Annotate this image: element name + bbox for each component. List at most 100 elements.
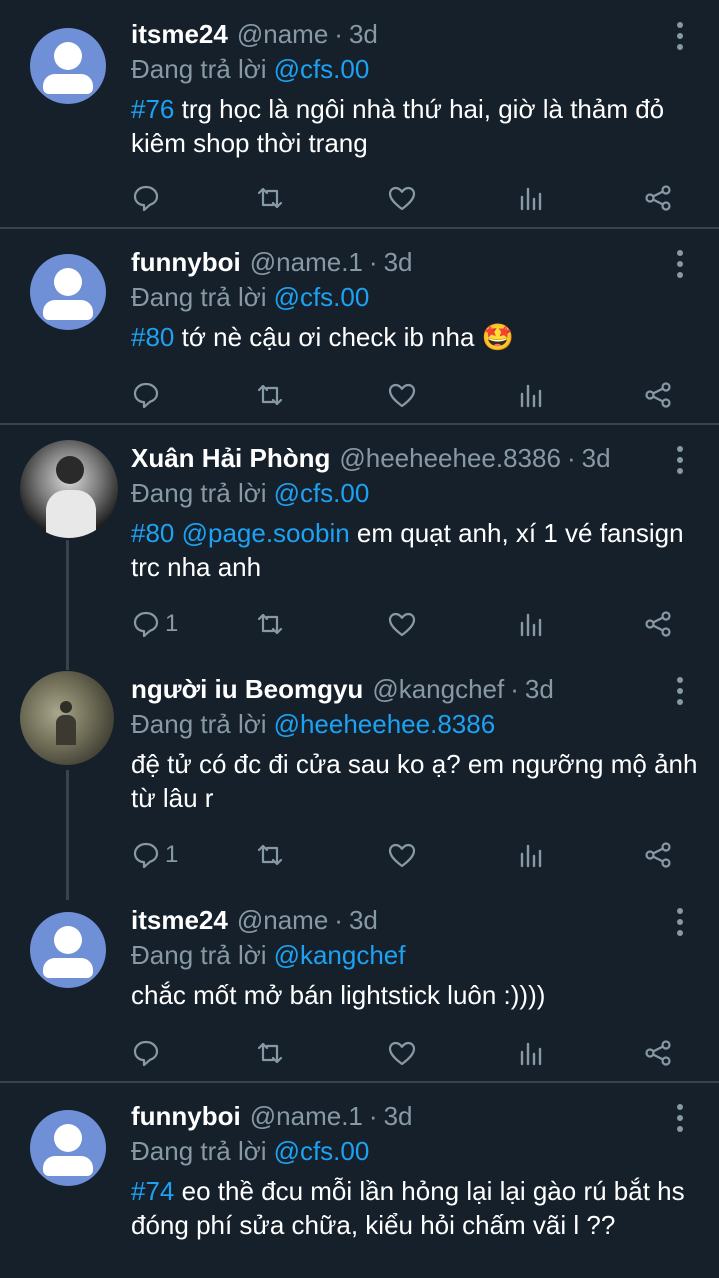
user-handle[interactable]: @kangchef (372, 674, 504, 705)
reply-prefix: Đang trả lời (131, 477, 267, 508)
like-button[interactable] (387, 606, 417, 642)
reply-button[interactable]: 1 (131, 837, 178, 873)
reply-mention[interactable]: @cfs.00 (274, 282, 370, 313)
retweet-button[interactable] (255, 180, 285, 216)
share-button[interactable] (643, 1035, 673, 1071)
timestamp[interactable]: 3d (384, 1101, 413, 1132)
divider (0, 423, 719, 425)
avatar[interactable] (30, 912, 106, 988)
reply-context: Đang trả lời @kangchef (131, 938, 405, 972)
reply-mention[interactable]: @cfs.00 (274, 1136, 370, 1167)
analytics-button[interactable] (517, 1035, 547, 1071)
tweet-text: #74 eo thề đcu mỗi lần hỏng lại lại gào … (131, 1174, 701, 1276)
reply-prefix: Đang trả lời (131, 281, 267, 312)
share-button[interactable] (643, 180, 673, 216)
analytics-button[interactable] (517, 837, 547, 873)
separator: · (566, 442, 576, 473)
analytics-button[interactable] (517, 377, 547, 413)
share-button[interactable] (643, 837, 673, 873)
user-handle[interactable]: @heeheehee.8386 (339, 443, 561, 474)
display-name[interactable]: funnyboi (131, 247, 241, 278)
retweet-button[interactable] (255, 1035, 285, 1071)
reply-button[interactable] (131, 377, 165, 413)
tweet-body: trg học là ngôi nhà thứ hai, giờ là thảm… (131, 94, 665, 158)
reply-mention[interactable]: @kangchef (274, 940, 406, 971)
hashtag[interactable]: #74 (131, 1176, 174, 1206)
tweet-text: chắc mốt mở bán lightstick luôn :)))) (131, 978, 701, 1012)
display-name[interactable]: funnyboi (131, 1101, 241, 1132)
timestamp[interactable]: 3d (582, 443, 611, 474)
like-button[interactable] (387, 377, 417, 413)
more-icon[interactable] (668, 906, 692, 938)
like-icon (388, 843, 416, 868)
timestamp[interactable]: 3d (384, 247, 413, 278)
reply-mention[interactable]: @heeheehee.8386 (274, 709, 496, 740)
timestamp[interactable]: 3d (349, 905, 378, 936)
avatar[interactable] (20, 440, 118, 538)
tweet-text: đệ tử có đc đi cửa sau ko ạ? em ngưỡng m… (131, 747, 701, 815)
reply-icon (133, 611, 159, 638)
share-icon (645, 611, 671, 637)
reply-feed: itsme24 @name · 3d Đang trả lời @cfs.00 #… (0, 0, 719, 1278)
user-handle[interactable]: @name (237, 19, 328, 50)
tweet-body: eo thề đcu mỗi lần hỏng lại lại gào rú b… (131, 1176, 685, 1240)
analytics-icon (520, 844, 542, 868)
separator: · (368, 1100, 378, 1131)
tweet-body: tớ nè cậu ơi check ib nha 🤩 (174, 322, 515, 352)
reply-button[interactable] (131, 1035, 165, 1071)
display-name[interactable]: Xuân Hải Phòng (131, 443, 330, 474)
tweet-text: #80 tớ nè cậu ơi check ib nha 🤩 (131, 320, 701, 354)
analytics-button[interactable] (517, 606, 547, 642)
reply-context: Đang trả lời @cfs.00 (131, 476, 369, 510)
avatar[interactable] (30, 1110, 106, 1186)
display-name[interactable]: người iu Beomgyu (131, 674, 363, 705)
reply-count: 1 (165, 610, 179, 637)
reply-icon (133, 185, 159, 212)
more-icon[interactable] (668, 248, 692, 280)
reply-mention[interactable]: @cfs.00 (274, 54, 370, 85)
reply-mention[interactable]: @cfs.00 (274, 478, 370, 509)
tweet-header: funnyboi @name.1 · 3d (131, 244, 412, 280)
user-handle[interactable]: @name.1 (250, 247, 363, 278)
reply-count: 1 (165, 841, 179, 868)
like-button[interactable] (387, 1035, 417, 1071)
retweet-button[interactable] (255, 837, 285, 873)
retweet-icon (257, 844, 283, 866)
timestamp[interactable]: 3d (525, 674, 554, 705)
more-icon[interactable] (668, 1102, 692, 1134)
display-name[interactable]: itsme24 (131, 905, 228, 936)
hashtag[interactable]: #80 @page.soobin (131, 518, 350, 548)
avatar[interactable] (20, 671, 114, 765)
share-button[interactable] (643, 377, 673, 413)
retweet-button[interactable] (255, 377, 285, 413)
user-handle[interactable]: @name (237, 905, 328, 936)
retweet-icon (257, 187, 283, 209)
action-bar: 1 (131, 606, 691, 642)
reply-prefix: Đang trả lời (131, 1135, 267, 1166)
timestamp[interactable]: 3d (349, 19, 378, 50)
share-icon (645, 382, 671, 408)
avatar[interactable] (30, 254, 106, 330)
tweet-text: #80 @page.soobin em quạt anh, xí 1 vé fa… (131, 516, 701, 584)
action-bar (131, 377, 691, 413)
share-button[interactable] (643, 606, 673, 642)
like-icon (388, 186, 416, 211)
reply-button[interactable] (131, 180, 165, 216)
reply-button[interactable]: 1 (131, 606, 178, 642)
avatar[interactable] (30, 28, 106, 104)
more-icon[interactable] (668, 20, 692, 52)
like-button[interactable] (387, 837, 417, 873)
more-icon[interactable] (668, 675, 692, 707)
analytics-button[interactable] (517, 180, 547, 216)
user-handle[interactable]: @name.1 (250, 1101, 363, 1132)
reply-icon (133, 842, 159, 869)
like-icon (388, 612, 416, 637)
like-button[interactable] (387, 180, 417, 216)
more-icon[interactable] (668, 444, 692, 476)
separator: · (334, 18, 343, 49)
retweet-button[interactable] (255, 606, 285, 642)
like-icon (388, 1041, 416, 1066)
display-name[interactable]: itsme24 (131, 19, 228, 50)
hashtag[interactable]: #76 (131, 94, 174, 124)
hashtag[interactable]: #80 (131, 322, 174, 352)
